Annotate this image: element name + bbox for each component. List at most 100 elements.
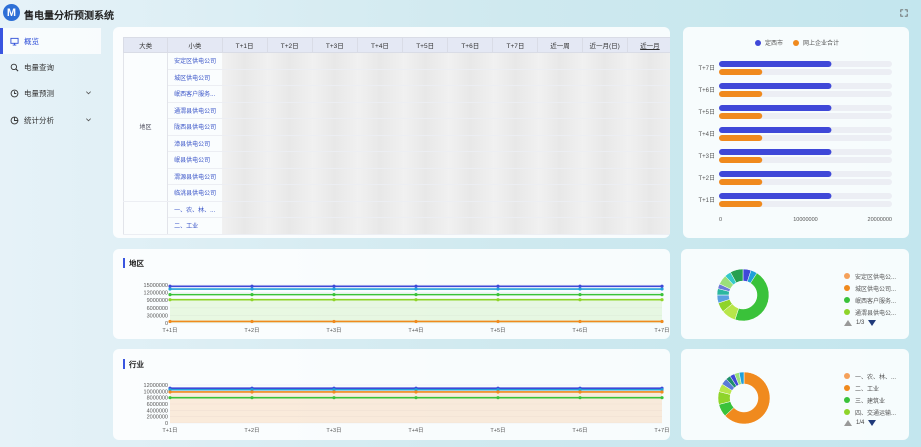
table-row[interactable]: 陇西县供电公司 [124, 118, 670, 136]
series-point[interactable] [332, 284, 336, 288]
table-row[interactable]: 通渭县供电公司 [124, 102, 670, 119]
sidebar-item-overview[interactable]: 概览 [0, 28, 101, 54]
series-point[interactable] [332, 319, 336, 324]
series-point[interactable] [496, 284, 500, 288]
bar-dingxi[interactable] [719, 127, 832, 133]
page-up-icon[interactable] [844, 320, 852, 326]
legend-item[interactable]: 安定区供电公... [844, 270, 896, 282]
series-point[interactable] [332, 396, 336, 400]
bar-dingxi[interactable] [719, 83, 832, 89]
bar-online-enterprise[interactable] [719, 113, 763, 119]
series-point[interactable] [414, 390, 418, 394]
legend-item[interactable]: 二、工业 [844, 382, 896, 394]
series-point[interactable] [168, 284, 172, 288]
series-point[interactable] [332, 293, 336, 297]
page-down-icon[interactable] [868, 420, 877, 426]
series-point[interactable] [250, 319, 254, 324]
fullscreen-icon[interactable] [900, 9, 908, 17]
bar-dingxi[interactable] [719, 171, 832, 177]
series-point[interactable] [496, 293, 500, 297]
bar-dingxi[interactable] [719, 105, 832, 111]
series-point[interactable] [332, 298, 336, 302]
series-point[interactable] [578, 298, 582, 302]
series-point[interactable] [414, 287, 418, 291]
table-header[interactable]: 小类 [167, 37, 223, 53]
series-point[interactable] [660, 293, 664, 297]
table-header[interactable]: 近一月(日) [581, 37, 628, 53]
series-point[interactable] [250, 287, 254, 291]
series-point[interactable] [496, 396, 500, 400]
series-point[interactable] [578, 319, 582, 324]
table-row[interactable]: 一、农、林、... [122, 201, 670, 235]
page-up-icon[interactable] [844, 420, 852, 426]
series-point[interactable] [168, 319, 172, 324]
series-point[interactable] [250, 390, 254, 394]
legend-item[interactable]: 四、交通运输... [844, 406, 896, 418]
bar-online-enterprise[interactable] [719, 69, 763, 75]
series-point[interactable] [168, 390, 172, 394]
legend-item[interactable]: 岷西客户服务... [844, 294, 896, 306]
series-point[interactable] [168, 396, 172, 400]
table-row[interactable]: 临洮县供电公司 [124, 184, 670, 202]
series-point[interactable] [168, 298, 172, 302]
series-point[interactable] [496, 287, 500, 291]
table-header[interactable]: T+7日 [492, 37, 539, 53]
table-header[interactable]: T+2日 [266, 37, 313, 53]
legend-item[interactable]: 三、建筑业 [844, 394, 896, 406]
page-down-icon[interactable] [868, 320, 877, 326]
table-row[interactable]: 岷县供电公司 [124, 151, 670, 169]
bar-dingxi[interactable] [719, 193, 832, 199]
series-point[interactable] [414, 396, 418, 400]
series-point[interactable] [496, 390, 500, 394]
series-point[interactable] [496, 319, 500, 324]
series-point[interactable] [578, 284, 582, 288]
table-row[interactable]: 漳县供电公司 [124, 135, 670, 152]
series-point[interactable] [414, 298, 418, 302]
sidebar-item-statistics[interactable]: 统计分析 [0, 107, 101, 133]
series-point[interactable] [250, 298, 254, 302]
table-header[interactable]: 大类 [122, 37, 169, 53]
table-header[interactable]: T+6日 [447, 37, 494, 53]
series-point[interactable] [660, 284, 664, 288]
table-row[interactable]: 岷西客户服务... [124, 85, 670, 103]
bar-online-enterprise[interactable] [719, 135, 763, 141]
series-point[interactable] [332, 287, 336, 291]
bar-online-enterprise[interactable] [719, 201, 763, 207]
series-point[interactable] [660, 390, 664, 394]
series-point[interactable] [250, 293, 254, 297]
bar-online-enterprise[interactable] [719, 91, 763, 97]
series-point[interactable] [250, 396, 254, 400]
series-point[interactable] [578, 396, 582, 400]
sidebar-item-query[interactable]: 电量查询 [0, 54, 101, 80]
table-header[interactable]: T+5日 [402, 37, 449, 53]
series-point[interactable] [168, 287, 172, 291]
series-point[interactable] [660, 287, 664, 291]
table-row[interactable]: 城区供电公司 [124, 69, 670, 86]
legend-item[interactable]: 城区供电公司... [844, 282, 896, 294]
table-row[interactable]: 二、工业 [124, 217, 670, 235]
sidebar-item-forecast[interactable]: 电量预测 [0, 80, 101, 106]
bar-online-enterprise[interactable] [719, 157, 763, 163]
series-point[interactable] [250, 284, 254, 288]
series-point[interactable] [578, 287, 582, 291]
bar-dingxi[interactable] [719, 149, 832, 155]
bar-dingxi[interactable] [719, 61, 832, 67]
table-header[interactable]: T+3日 [311, 37, 358, 53]
series-point[interactable] [578, 293, 582, 297]
table-header[interactable]: T+1日 [221, 37, 268, 53]
series-point[interactable] [414, 293, 418, 297]
legend-item[interactable]: 通渭县供电公... [844, 306, 896, 318]
table-row[interactable]: 渭源县供电公司 [124, 168, 670, 185]
table-header[interactable]: 近一月 [626, 37, 670, 53]
series-point[interactable] [578, 390, 582, 394]
series-point[interactable] [660, 298, 664, 302]
series-point[interactable] [332, 390, 336, 394]
table-row[interactable]: 地区 安定区供电公司 [122, 52, 670, 202]
legend-item[interactable]: 一、农、林、... [844, 370, 896, 382]
series-point[interactable] [660, 319, 664, 324]
series-point[interactable] [660, 396, 664, 400]
series-point[interactable] [168, 293, 172, 297]
bar-online-enterprise[interactable] [719, 179, 763, 185]
series-point[interactable] [414, 319, 418, 324]
table-header[interactable]: T+4日 [356, 37, 404, 53]
